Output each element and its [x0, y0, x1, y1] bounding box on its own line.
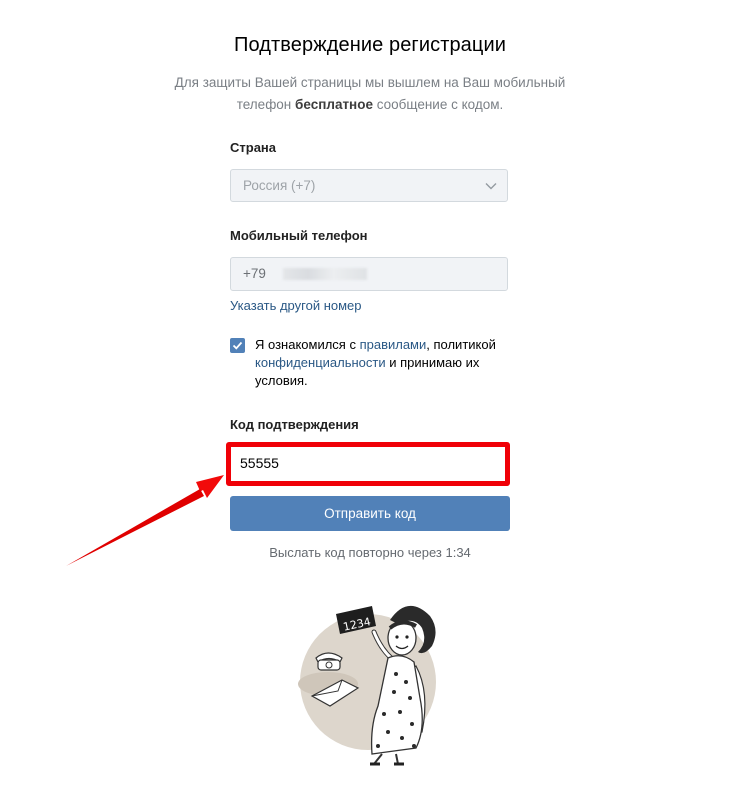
telephone-icon — [315, 652, 343, 671]
illustration-woman-with-phone: 1234 — [298, 605, 436, 766]
